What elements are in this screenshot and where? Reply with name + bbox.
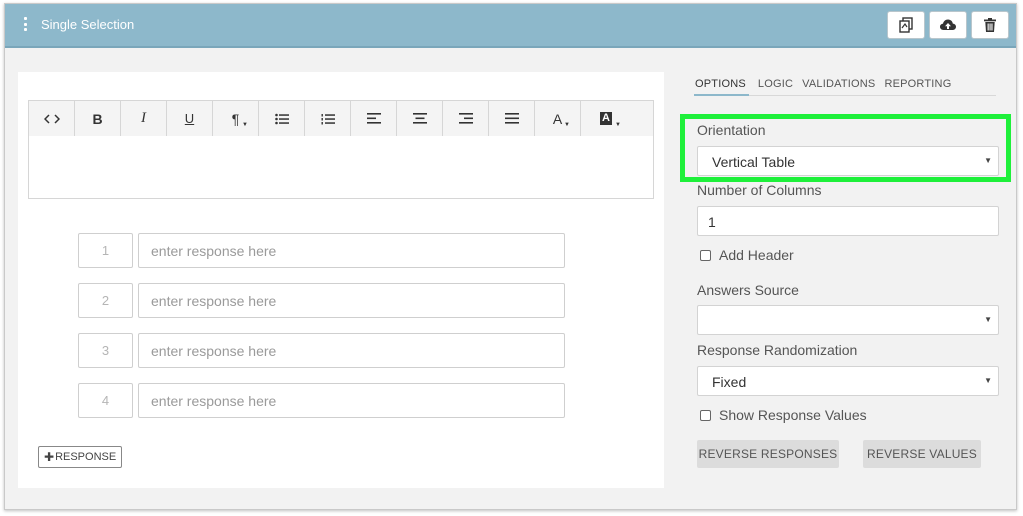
numbered-list-icon — [321, 113, 335, 124]
bold-icon: B — [92, 110, 103, 127]
trash-icon — [984, 18, 996, 32]
ordered-list-button[interactable] — [305, 101, 351, 136]
tab-options[interactable]: OPTIONS — [694, 74, 749, 96]
add-header-label: Add Header — [719, 247, 794, 263]
question-editor-panel: B I U ¶ ▼ A ▼ A ▼ 1 enter response here … — [18, 72, 664, 488]
code-view-button[interactable] — [29, 101, 75, 136]
align-left-icon — [366, 113, 381, 124]
response-input[interactable] — [138, 333, 565, 368]
bold-button[interactable]: B — [75, 101, 121, 136]
code-icon — [43, 113, 60, 124]
response-row: 3 — [78, 333, 565, 368]
checkbox-icon[interactable] — [700, 409, 711, 421]
underline-icon: U — [184, 111, 195, 126]
response-row: 1 — [78, 233, 565, 268]
response-row: 2 — [78, 283, 565, 318]
copy-icon — [899, 17, 913, 33]
align-left-button[interactable] — [351, 101, 397, 136]
background-color-icon: A — [600, 112, 612, 125]
answers-source-label: Answers Source — [697, 282, 799, 298]
add-response-button[interactable]: ✚ RESPONSE — [38, 446, 123, 468]
rich-text-toolbar: B I U ¶ ▼ A ▼ A ▼ — [28, 100, 654, 137]
bullet-list-icon — [274, 113, 289, 124]
justify-button[interactable] — [489, 101, 535, 136]
align-center-button[interactable] — [397, 101, 443, 136]
tab-reporting[interactable]: REPORTING — [884, 74, 951, 96]
save-button[interactable] — [929, 11, 967, 39]
align-right-button[interactable] — [443, 101, 489, 136]
add-header-checkbox[interactable]: Add Header — [700, 247, 794, 263]
randomization-value: Fixed — [712, 374, 747, 390]
question-header: Single Selection — [5, 4, 1016, 48]
copy-button[interactable] — [887, 11, 925, 39]
add-response-label: RESPONSE — [55, 451, 117, 463]
unordered-list-button[interactable] — [259, 101, 305, 136]
columns-input[interactable]: 1 — [697, 206, 999, 236]
question-type-title: Single Selection — [41, 17, 135, 32]
chevron-down-icon: ▼ — [564, 122, 570, 128]
response-number[interactable]: 1 — [78, 233, 133, 268]
response-input[interactable] — [138, 383, 565, 418]
italic-button[interactable]: I — [121, 101, 167, 136]
reverse-values-button[interactable]: REVERSE VALUES — [863, 440, 981, 468]
background-color-button[interactable]: A ▼ — [581, 101, 631, 136]
tab-logic[interactable]: LOGIC — [758, 74, 793, 96]
font-color-icon: A — [552, 110, 563, 127]
randomization-select[interactable]: Fixed ▼ — [697, 366, 999, 396]
font-color-button[interactable]: A ▼ — [535, 101, 581, 136]
align-center-icon — [412, 113, 427, 124]
response-input[interactable] — [138, 283, 565, 318]
orientation-highlight-box — [680, 114, 1011, 182]
tab-validations[interactable]: VALIDATIONS — [802, 74, 875, 96]
delete-button[interactable] — [971, 11, 1009, 39]
paragraph-button[interactable]: ¶ ▼ — [213, 101, 259, 136]
reverse-responses-button[interactable]: REVERSE RESPONSES — [697, 440, 839, 468]
response-number[interactable]: 4 — [78, 383, 133, 418]
answers-source-select[interactable]: ▼ — [697, 305, 999, 335]
chevron-down-icon: ▼ — [984, 376, 992, 385]
chevron-down-icon: ▼ — [984, 315, 992, 324]
paragraph-icon: ¶ — [231, 110, 240, 127]
show-values-checkbox[interactable]: Show Response Values — [700, 407, 867, 423]
question-text-editor[interactable] — [28, 136, 654, 199]
response-row: 4 — [78, 383, 565, 418]
response-number[interactable]: 3 — [78, 333, 133, 368]
chevron-down-icon: ▼ — [242, 122, 248, 128]
underline-button[interactable]: U — [167, 101, 213, 136]
response-input[interactable] — [138, 233, 565, 268]
settings-tabs: OPTIONS LOGIC VALIDATIONS REPORTING — [694, 74, 996, 96]
response-number[interactable]: 2 — [78, 283, 133, 318]
align-right-icon — [458, 113, 473, 124]
drag-handle-icon[interactable] — [24, 17, 27, 31]
randomization-label: Response Randomization — [697, 342, 858, 358]
italic-icon: I — [141, 110, 146, 126]
columns-value: 1 — [708, 214, 716, 230]
show-values-label: Show Response Values — [719, 407, 867, 423]
columns-label: Number of Columns — [697, 182, 822, 198]
justify-icon — [504, 113, 519, 124]
cloud-upload-icon — [940, 19, 956, 30]
plus-icon: ✚ — [44, 450, 55, 464]
chevron-down-icon: ▼ — [615, 122, 621, 128]
checkbox-icon[interactable] — [700, 249, 711, 261]
